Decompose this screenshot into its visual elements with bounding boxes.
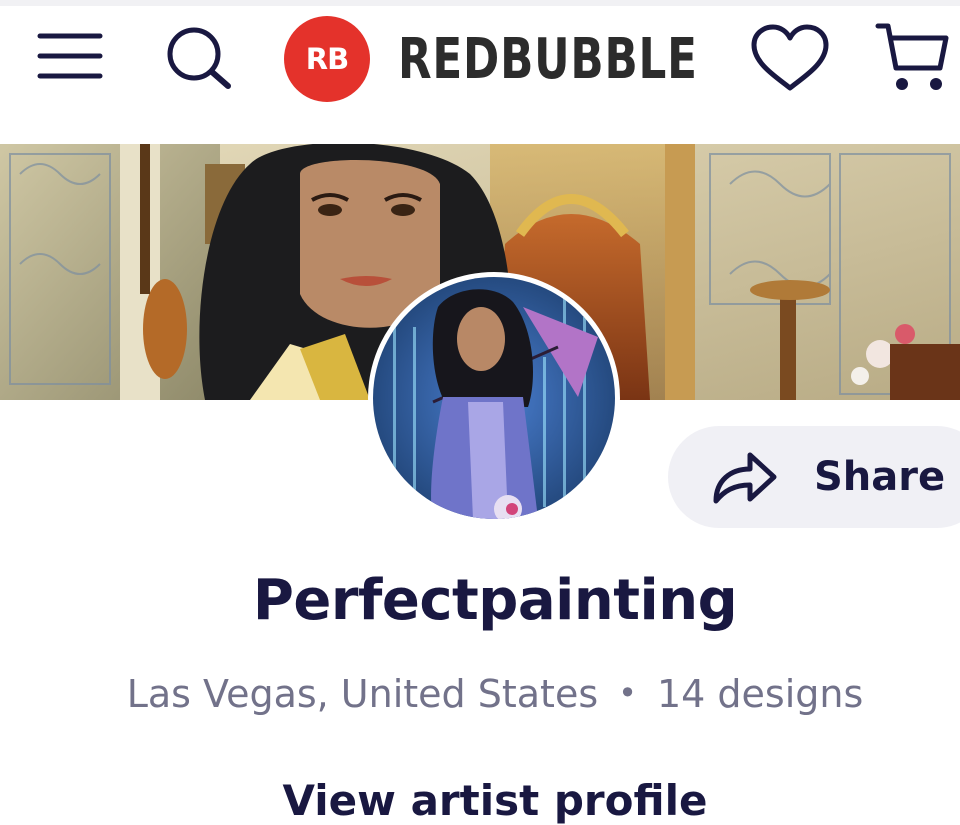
logo-mark: RB	[284, 16, 370, 102]
artist-meta: Las Vegas, United States • 14 designs	[0, 672, 960, 716]
redbubble-logo[interactable]: RB REDBUBBLE	[284, 14, 782, 104]
cart-icon	[875, 23, 949, 90]
logo-wordmark: REDBUBBLE	[398, 26, 698, 92]
hamburger-menu-icon	[37, 33, 103, 79]
share-button[interactable]: Share	[668, 426, 960, 528]
search-button[interactable]	[162, 22, 236, 92]
meta-separator-dot: •	[618, 673, 637, 712]
logo-mark-text: RB	[305, 42, 349, 76]
search-icon	[167, 27, 231, 89]
artist-name: Perfectpainting	[252, 568, 738, 633]
top-navbar: RB REDBUBBLE	[0, 6, 960, 144]
designs-count: 14 designs	[657, 672, 864, 716]
share-arrow-icon	[713, 452, 777, 504]
heart-icon	[751, 24, 829, 91]
share-label: Share	[814, 454, 946, 500]
avatar-image	[373, 277, 615, 519]
artist-avatar[interactable]	[368, 272, 620, 524]
artist-location: Las Vegas, United States	[126, 672, 599, 716]
hamburger-menu-button[interactable]	[36, 26, 106, 86]
favorites-button[interactable]	[748, 22, 832, 96]
view-artist-profile-link[interactable]: View artist profile	[0, 776, 960, 825]
cart-button[interactable]	[874, 20, 952, 96]
